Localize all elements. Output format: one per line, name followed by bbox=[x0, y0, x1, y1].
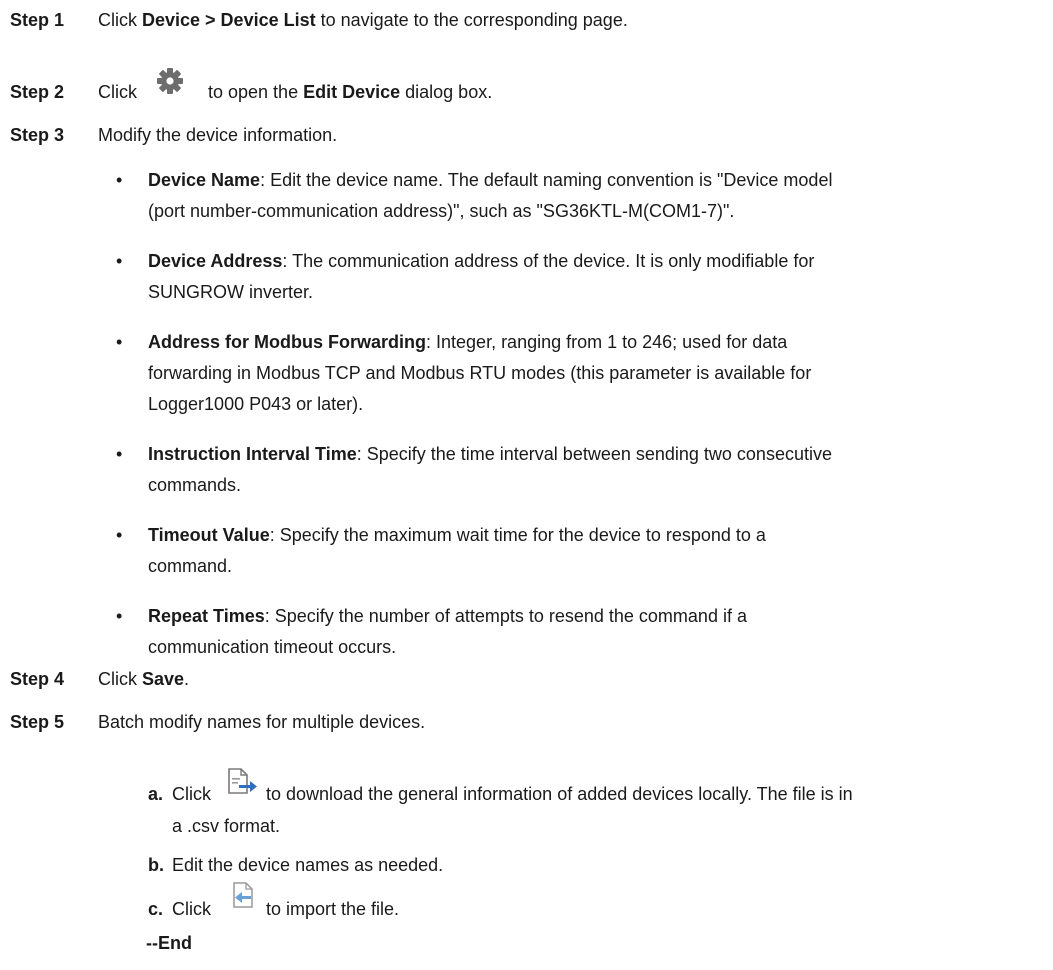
sub-step-text: to download the general information of a… bbox=[266, 784, 853, 804]
sub-step-text: a .csv format. bbox=[172, 816, 281, 836]
parameter-description: Timeout Value: Specify the maximum wait … bbox=[148, 524, 766, 546]
parameter-description: communication timeout occurs. bbox=[148, 636, 396, 658]
parameter-text: communication timeout occurs. bbox=[148, 637, 397, 657]
parameter-description: commands. bbox=[148, 474, 241, 496]
bullet-marker: • bbox=[116, 606, 123, 626]
parameter-text: commands. bbox=[148, 475, 242, 495]
parameter-text: Logger1000 P043 or later). bbox=[148, 394, 364, 414]
sub-step-letter: b. bbox=[148, 855, 164, 875]
step-text-mid: to open the bbox=[208, 82, 304, 102]
import-file-icon bbox=[233, 882, 253, 908]
bullet-marker: • bbox=[116, 170, 123, 190]
parameter-text: (port number-communication address)", su… bbox=[148, 201, 735, 221]
parameter-text: : Integer, ranging from 1 to 246; used f… bbox=[426, 332, 788, 352]
sub-step-text: to import the file. bbox=[266, 899, 400, 919]
sub-step-letter: c. bbox=[148, 899, 164, 919]
step-text: Modify the device information. bbox=[98, 125, 338, 145]
step-text-pre: Click bbox=[98, 669, 142, 689]
parameter-description: Device Address: The communication addres… bbox=[148, 250, 814, 272]
parameter-description: Device Name: Edit the device name. The d… bbox=[148, 169, 832, 191]
parameter-text: : The communication address of the devic… bbox=[282, 251, 815, 271]
parameter-text: : Specify the number of attempts to rese… bbox=[264, 606, 747, 626]
parameter-text: : Specify the time interval between send… bbox=[356, 444, 832, 464]
parameter-description: Instruction Interval Time: Specify the t… bbox=[148, 443, 832, 465]
button-name-label: Save bbox=[142, 669, 185, 689]
parameter-text: SUNGROW inverter. bbox=[148, 282, 314, 302]
bullet-marker: • bbox=[116, 332, 123, 352]
parameter-term: Repeat Times bbox=[148, 606, 265, 626]
step-text: Click Device > Device List to navigate t… bbox=[98, 9, 628, 31]
parameter-text: forwarding in Modbus TCP and Modbus RTU … bbox=[148, 363, 812, 383]
sub-step-letter: a. bbox=[148, 784, 164, 804]
parameter-description: (port number-communication address)", su… bbox=[148, 200, 734, 222]
step-text: Batch modify names for multiple devices. bbox=[98, 712, 426, 732]
parameter-term: Instruction Interval Time bbox=[148, 444, 357, 464]
parameter-term: Device Name bbox=[148, 170, 261, 190]
step-label: Step 2 bbox=[10, 82, 65, 102]
export-file-icon bbox=[228, 768, 257, 794]
bullet-marker: • bbox=[116, 251, 123, 271]
parameter-description: forwarding in Modbus TCP and Modbus RTU … bbox=[148, 362, 811, 384]
parameter-text: command. bbox=[148, 556, 233, 576]
step-text-post: dialog box. bbox=[400, 82, 493, 102]
step-text-post: . bbox=[184, 669, 190, 689]
end-label: --End bbox=[146, 933, 192, 953]
sub-step-pre: Click bbox=[172, 899, 211, 919]
parameter-term: Address for Modbus Forwarding bbox=[148, 332, 427, 352]
parameter-description: Address for Modbus Forwarding: Integer, … bbox=[148, 331, 787, 353]
parameter-text: : Edit the device name. The default nami… bbox=[260, 170, 833, 190]
step-text-pre: Click bbox=[98, 10, 142, 30]
gear-icon bbox=[157, 68, 183, 94]
parameter-description: Repeat Times: Specify the number of atte… bbox=[148, 605, 747, 627]
step-label: Step 4 bbox=[10, 669, 65, 689]
parameter-term: Device Address bbox=[148, 251, 283, 271]
sub-step-text: Edit the device names as needed. bbox=[172, 855, 444, 875]
bullet-marker: • bbox=[116, 525, 123, 545]
parameter-description: SUNGROW inverter. bbox=[148, 281, 313, 303]
sub-step-pre: Click bbox=[172, 784, 211, 804]
parameter-text: : Specify the maximum wait time for the … bbox=[269, 525, 766, 545]
parameter-description: command. bbox=[148, 555, 232, 577]
step-label: Step 1 bbox=[10, 10, 65, 30]
parameter-description: Logger1000 P043 or later). bbox=[148, 393, 363, 415]
step-text: to open the Edit Device dialog box. bbox=[208, 81, 492, 103]
step-text: Click Save. bbox=[98, 668, 189, 690]
step-label: Step 3 bbox=[10, 125, 65, 145]
step-text-pre: Click bbox=[98, 82, 137, 102]
step-text-post: to navigate to the corresponding page. bbox=[315, 10, 628, 30]
dialog-name-label: Edit Device bbox=[303, 82, 401, 102]
bullet-marker: • bbox=[116, 444, 123, 464]
parameter-term: Timeout Value bbox=[148, 525, 270, 545]
ui-path-label: Device > Device List bbox=[142, 10, 316, 30]
step-label: Step 5 bbox=[10, 712, 65, 732]
